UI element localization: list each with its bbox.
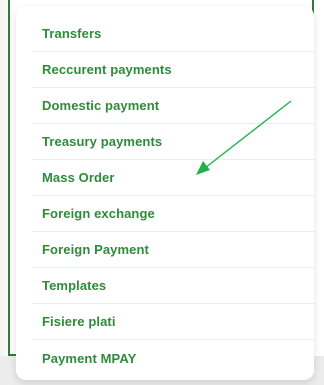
menu-item-templates[interactable]: Templates xyxy=(32,268,316,304)
menu-item-treasury-payments[interactable]: Treasury payments xyxy=(32,124,316,160)
menu-item-payment-mpay[interactable]: Payment MPAY xyxy=(32,340,316,376)
menu-item-label: Payment MPAY xyxy=(42,350,137,366)
menu-item-label: Mass Order xyxy=(42,170,115,185)
menu-item-label: Templates xyxy=(42,278,107,293)
menu-item-label: Domestic payment xyxy=(42,98,160,113)
menu-item-foreign-exchange[interactable]: Foreign exchange xyxy=(32,196,316,232)
menu-item-label: Fisiere plati xyxy=(42,314,116,329)
payments-menu: Transfers Reccurent payments Domestic pa… xyxy=(16,6,316,380)
menu-item-fisiere-plati[interactable]: Fisiere plati xyxy=(32,304,316,340)
menu-item-label: Reccurent payments xyxy=(42,62,172,77)
menu-item-label: Foreign exchange xyxy=(42,206,155,221)
menu-item-label: Transfers xyxy=(42,26,102,41)
menu-item-transfers[interactable]: Transfers xyxy=(32,16,316,52)
menu-list: Transfers Reccurent payments Domestic pa… xyxy=(32,16,316,376)
menu-item-mass-order[interactable]: Mass Order xyxy=(32,160,316,196)
menu-item-label: Foreign Payment xyxy=(42,242,149,257)
menu-item-reccurent-payments[interactable]: Reccurent payments xyxy=(32,52,316,88)
menu-item-label: Treasury payments xyxy=(42,134,163,149)
menu-item-domestic-payment[interactable]: Domestic payment xyxy=(32,88,316,124)
menu-item-foreign-payment[interactable]: Foreign Payment xyxy=(32,232,316,268)
